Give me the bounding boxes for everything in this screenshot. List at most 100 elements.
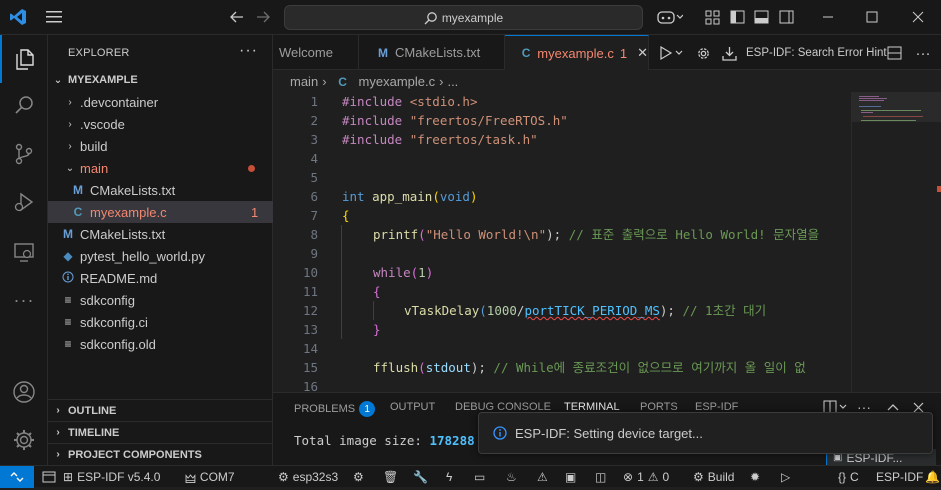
debug-bug-icon[interactable]: ✹: [750, 466, 760, 488]
panel-tab-output[interactable]: OUTPUT: [390, 401, 435, 413]
tree-item-label: main: [80, 160, 109, 176]
more-actions-icon[interactable]: ···: [913, 43, 933, 63]
tree-item-pytest[interactable]: ◆ pytest_hello_world.py: [48, 245, 273, 267]
serial-port-item[interactable]: 🜲 COM7: [185, 466, 235, 488]
chevron-right-icon: ›: [56, 427, 60, 438]
close-tab-icon[interactable]: ✕: [637, 45, 648, 61]
run-debug-dropdown-icon[interactable]: [657, 43, 685, 63]
flash-icon[interactable]: ϟ: [446, 466, 452, 488]
remote-explorer-icon[interactable]: [0, 228, 48, 276]
hints-icon[interactable]: ⚠: [537, 466, 548, 488]
notifications-bell-icon[interactable]: 🔔: [925, 466, 940, 488]
panel-tab-problems[interactable]: PROBLEMS 1: [294, 401, 376, 417]
tree-item-cmakelists-root[interactable]: M CMakeLists.txt: [48, 223, 273, 245]
source-control-icon[interactable]: [0, 130, 48, 178]
tab-myexample-c[interactable]: C myexample.c 1 ✕: [505, 35, 649, 70]
tree-item-label: pytest_hello_world.py: [80, 248, 206, 264]
search-icon[interactable]: [0, 81, 48, 129]
problems-status-item[interactable]: ⊗ 1 ⚠ 0: [623, 466, 669, 488]
toggle-sidebar-icon[interactable]: [728, 7, 746, 27]
split-editor-icon[interactable]: [885, 43, 903, 63]
project-folder[interactable]: ⌄ MYEXAMPLE: [48, 69, 273, 91]
tab-welcome[interactable]: Welcome: [273, 35, 359, 70]
gear-icon[interactable]: [694, 43, 712, 63]
idf-version-item[interactable]: ⊞ ESP-IDF v5.4.0: [63, 466, 160, 488]
flame-icon[interactable]: ♨: [506, 466, 517, 488]
tree-item-build[interactable]: › build: [48, 135, 273, 157]
braces-icon: {}: [838, 470, 847, 484]
build-gear-icon: ⚙: [693, 470, 704, 484]
line-number: 6: [310, 189, 318, 204]
menu-icon[interactable]: [44, 7, 64, 27]
maximize-icon[interactable]: [862, 7, 882, 27]
wrench-icon[interactable]: 🔧: [413, 466, 428, 488]
esp-idf-status-item[interactable]: ESP-IDF: [876, 466, 923, 488]
toggle-panel-icon[interactable]: [752, 7, 770, 27]
close-icon[interactable]: [908, 7, 928, 27]
idf-search-error-hint-button[interactable]: ESP-IDF: Search Error Hint: [746, 35, 887, 70]
run-icon[interactable]: ▷: [781, 466, 790, 488]
tree-item-main[interactable]: ⌄ main: [48, 157, 273, 179]
more-icon[interactable]: ···: [0, 276, 48, 324]
tree-item-vscode[interactable]: › .vscode: [48, 113, 273, 135]
breadcrumb-folder[interactable]: main: [290, 74, 318, 89]
copilot-icon[interactable]: [656, 7, 684, 27]
code-editor[interactable]: 1 2 3 4 5 6 7 8 9 10 11 12 13 14 15 16 #…: [273, 92, 851, 392]
line-number: 1: [310, 94, 318, 109]
terminal-icon[interactable]: ▣: [565, 466, 576, 488]
tree-item-sdkconfig-old[interactable]: ≡ sdkconfig.old: [48, 333, 273, 355]
minimize-icon[interactable]: [818, 7, 838, 27]
error-marker-icon: [937, 186, 941, 192]
build-item[interactable]: ⚙ Build: [693, 466, 734, 488]
minimap[interactable]: [851, 92, 941, 392]
trash-icon[interactable]: 🗑: [383, 466, 398, 488]
download-icon[interactable]: [720, 43, 738, 63]
breadcrumb-file[interactable]: myexample.c: [359, 74, 436, 89]
customize-layout-icon[interactable]: [703, 7, 721, 27]
toggle-secondary-sidebar-icon[interactable]: [777, 7, 795, 27]
sdkconfig-gear-icon[interactable]: ⚙: [353, 466, 364, 488]
project-components-section[interactable]: › PROJECT COMPONENTS: [48, 443, 273, 465]
breadcrumb-more[interactable]: ...: [447, 74, 458, 89]
line-number: 14: [302, 341, 318, 356]
back-arrow-icon[interactable]: [228, 7, 246, 27]
indent-guide: [341, 225, 342, 339]
code-line: {: [373, 284, 381, 299]
build-label: Build: [707, 470, 735, 484]
terminal-output[interactable]: Total image size: 178288 b: [294, 433, 490, 448]
remote-indicator-icon[interactable]: [0, 466, 34, 488]
tree-item-myexample-c[interactable]: C myexample.c 1: [48, 201, 273, 223]
lines-file-icon: ≡: [64, 293, 72, 307]
settings-gear-icon[interactable]: [0, 416, 48, 464]
forward-arrow-icon[interactable]: [254, 7, 272, 27]
tree-item-sdkconfig[interactable]: ≡ sdkconfig: [48, 289, 273, 311]
modified-dot-icon: [248, 165, 255, 172]
language-item[interactable]: {} C: [838, 466, 859, 488]
sidebar-more-icon[interactable]: ···: [239, 42, 258, 60]
tree-item-devcontainer[interactable]: › .devcontainer: [48, 91, 273, 113]
tree-item-readme[interactable]: README.md: [48, 267, 273, 289]
command-center-search[interactable]: myexample: [284, 5, 643, 30]
line-number: 5: [310, 170, 318, 185]
run-debug-icon[interactable]: [0, 178, 48, 226]
monitor-icon[interactable]: ▭: [474, 466, 485, 488]
esp-idf-workspace-icon[interactable]: [42, 466, 56, 488]
explorer-icon[interactable]: [0, 35, 48, 83]
target-item[interactable]: ⚙ esp32s3: [278, 466, 338, 488]
code-line: }: [373, 322, 381, 337]
idf-terminal-icon[interactable]: ◫: [595, 466, 606, 488]
tree-item-sdkconfig-ci[interactable]: ≡ sdkconfig.ci: [48, 311, 273, 333]
error-count: 1: [637, 470, 644, 484]
code-line: {: [342, 208, 350, 223]
notification-message: ESP-IDF: Setting device target...: [515, 425, 703, 441]
timeline-section[interactable]: › TIMELINE: [48, 421, 273, 443]
account-icon[interactable]: [0, 368, 48, 416]
line-number: 8: [310, 227, 318, 242]
error-squiggle[interactable]: portTICK_PERIOD_MS: [524, 303, 659, 318]
tree-item-label: .vscode: [80, 116, 125, 132]
line-number: 9: [310, 246, 318, 261]
notification-toast[interactable]: ESP-IDF: Setting device target...: [478, 412, 933, 454]
tab-cmakelists[interactable]: M CMakeLists.txt: [359, 35, 505, 70]
outline-section[interactable]: › OUTLINE: [48, 399, 273, 421]
tree-item-cmakelists-main[interactable]: M CMakeLists.txt: [48, 179, 273, 201]
